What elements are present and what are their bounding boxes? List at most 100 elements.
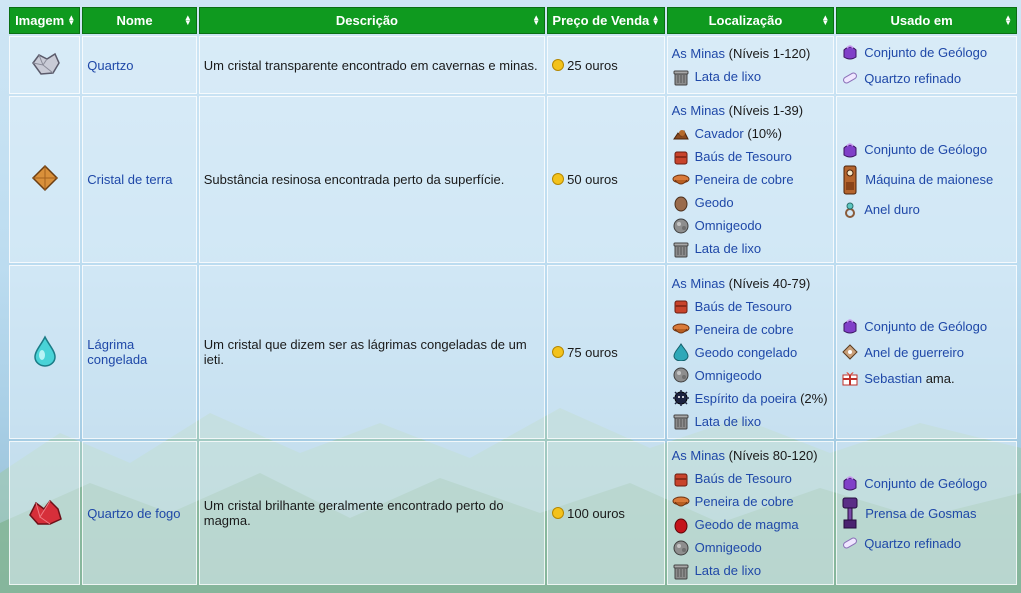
used-in-link[interactable]: Quartzo refinado: [864, 71, 961, 86]
quartz-icon[interactable]: [27, 52, 63, 82]
geode-bundle-icon[interactable]: [841, 141, 859, 159]
location-entry: Espírito da poeira (2%): [672, 387, 830, 410]
column-header-location[interactable]: Localização ▲ ▼: [666, 7, 835, 34]
trash-can-icon[interactable]: [672, 68, 690, 86]
location-link[interactable]: As Minas: [672, 448, 725, 463]
item-used-in-cell: Conjunto de Geólogo Prensa de Gosmas Quart…: [836, 441, 1017, 585]
sort-icon[interactable]: ▲ ▼: [67, 14, 75, 27]
item-name-link[interactable]: Lágrima congelada: [87, 337, 147, 367]
location-link[interactable]: Lata de lixo: [695, 563, 762, 578]
used-in-link[interactable]: Conjunto de Geólogo: [864, 319, 987, 334]
item-name-link[interactable]: Quartzo: [87, 58, 133, 73]
used-in-detail: ama.: [922, 370, 955, 386]
item-name-link[interactable]: Cristal de terra: [87, 172, 172, 187]
omni-geode-icon[interactable]: [672, 217, 690, 235]
column-header-price[interactable]: Preço de Venda ▲ ▼: [547, 7, 665, 34]
duggy-icon[interactable]: [672, 125, 690, 143]
sort-icon[interactable]: ▲ ▼: [821, 14, 829, 27]
item-price: 100 ouros: [567, 505, 625, 521]
frozen-geode-icon[interactable]: [672, 343, 690, 362]
trash-can-icon[interactable]: [672, 240, 690, 258]
hard-ring-icon[interactable]: [841, 201, 859, 219]
used-in-link[interactable]: Conjunto de Geólogo: [864, 476, 987, 491]
location-link[interactable]: Geodo: [695, 195, 734, 210]
location-link[interactable]: As Minas: [672, 276, 725, 291]
column-header-used-in[interactable]: Usado em ▲ ▼: [836, 7, 1017, 34]
treasure-chest-icon[interactable]: [672, 470, 690, 488]
used-in-link[interactable]: Conjunto de Geólogo: [864, 142, 987, 157]
location-link[interactable]: Omnigeodo: [695, 540, 762, 555]
location-link[interactable]: Cavador: [695, 126, 744, 141]
treasure-chest-icon[interactable]: [672, 148, 690, 166]
location-link[interactable]: Baús de Tesouro: [695, 299, 792, 314]
item-location-cell: As Minas (Níveis 40-79) Baús de Tesouro Pe…: [666, 265, 835, 439]
used-in-link[interactable]: Máquina de maionese: [865, 172, 993, 187]
copper-pan-icon[interactable]: [672, 171, 690, 189]
location-link[interactable]: Peneira de cobre: [695, 322, 794, 337]
location-link[interactable]: Geodo de magma: [695, 517, 799, 532]
used-in-link[interactable]: Conjunto de Geólogo: [864, 45, 987, 60]
location-link[interactable]: Peneira de cobre: [695, 494, 794, 509]
location-link[interactable]: Baús de Tesouro: [695, 471, 792, 486]
column-header-name[interactable]: Nome ▲ ▼: [82, 7, 197, 34]
item-location-cell: As Minas (Níveis 80-120) Baús de Tesouro P…: [666, 441, 835, 585]
copper-pan-icon[interactable]: [672, 320, 690, 338]
used-in-link[interactable]: Anel de guerreiro: [864, 345, 964, 360]
location-link[interactable]: Omnigeodo: [695, 368, 762, 383]
location-link[interactable]: Lata de lixo: [695, 69, 762, 84]
item-price-cell: 25 ouros: [547, 36, 665, 94]
earth-crystal-icon[interactable]: [30, 164, 60, 196]
location-link[interactable]: Peneira de cobre: [695, 172, 794, 187]
column-header-description[interactable]: Descrição ▲ ▼: [198, 7, 546, 34]
location-entry: Lata de lixo: [672, 410, 830, 433]
location-entry: Lata de lixo: [672, 559, 830, 582]
location-link[interactable]: Omnigeodo: [695, 218, 762, 233]
sort-icon[interactable]: ▲ ▼: [1004, 14, 1012, 27]
frozen-tear-icon[interactable]: [32, 334, 58, 370]
omni-geode-icon[interactable]: [672, 539, 690, 557]
trash-can-icon[interactable]: [672, 412, 690, 430]
mayonnaise-machine-icon[interactable]: [841, 163, 859, 197]
sort-icon[interactable]: ▲ ▼: [184, 14, 192, 27]
used-in-link[interactable]: Sebastian: [864, 371, 922, 386]
location-link[interactable]: Baús de Tesouro: [695, 149, 792, 164]
used-in-link[interactable]: Anel duro: [864, 202, 920, 217]
gold-coin-icon: [552, 58, 565, 71]
geode-bundle-icon[interactable]: [841, 474, 859, 492]
item-price-cell: 75 ouros: [547, 265, 665, 439]
refined-quartz-icon[interactable]: [841, 534, 859, 552]
gift-icon[interactable]: [841, 369, 859, 387]
location-entry: Peneira de cobre: [672, 168, 830, 191]
trash-can-icon[interactable]: [672, 562, 690, 580]
item-name-cell: Quartzo de fogo: [82, 441, 197, 585]
location-link[interactable]: Lata de lixo: [695, 414, 762, 429]
warrior-ring-icon[interactable]: [841, 343, 859, 361]
location-link[interactable]: As Minas: [672, 103, 725, 118]
item-name-link[interactable]: Quartzo de fogo: [87, 506, 180, 521]
geode-bundle-icon[interactable]: [841, 43, 859, 61]
location-detail: (10%): [743, 126, 783, 141]
magma-geode-icon[interactable]: [672, 516, 690, 534]
slime-press-icon[interactable]: [841, 496, 859, 530]
treasure-chest-icon[interactable]: [672, 297, 690, 315]
used-in-link[interactable]: Quartzo refinado: [864, 536, 961, 551]
refined-quartz-icon[interactable]: [841, 69, 859, 87]
used-in-entry: Conjunto de Geólogo: [841, 39, 1012, 65]
geode-bundle-icon[interactable]: [841, 317, 859, 335]
omni-geode-icon[interactable]: [672, 366, 690, 384]
location-entry: Baús de Tesouro: [672, 467, 830, 490]
used-in-link[interactable]: Prensa de Gosmas: [865, 506, 976, 521]
copper-pan-icon[interactable]: [672, 493, 690, 511]
location-link[interactable]: As Minas: [672, 46, 725, 61]
fire-quartz-icon[interactable]: [26, 499, 64, 530]
column-header-image[interactable]: Imagem ▲ ▼: [9, 7, 81, 34]
geode-icon[interactable]: [672, 194, 690, 212]
location-link[interactable]: Espírito da poeira: [695, 391, 797, 406]
location-link[interactable]: Geodo congelado: [695, 345, 798, 360]
item-image-cell: [9, 96, 81, 263]
dust-sprite-icon[interactable]: [672, 389, 690, 407]
sort-icon[interactable]: ▲ ▼: [532, 14, 540, 27]
header-label: Imagem: [15, 13, 65, 28]
location-link[interactable]: Lata de lixo: [695, 241, 762, 256]
sort-icon[interactable]: ▲ ▼: [652, 14, 660, 27]
